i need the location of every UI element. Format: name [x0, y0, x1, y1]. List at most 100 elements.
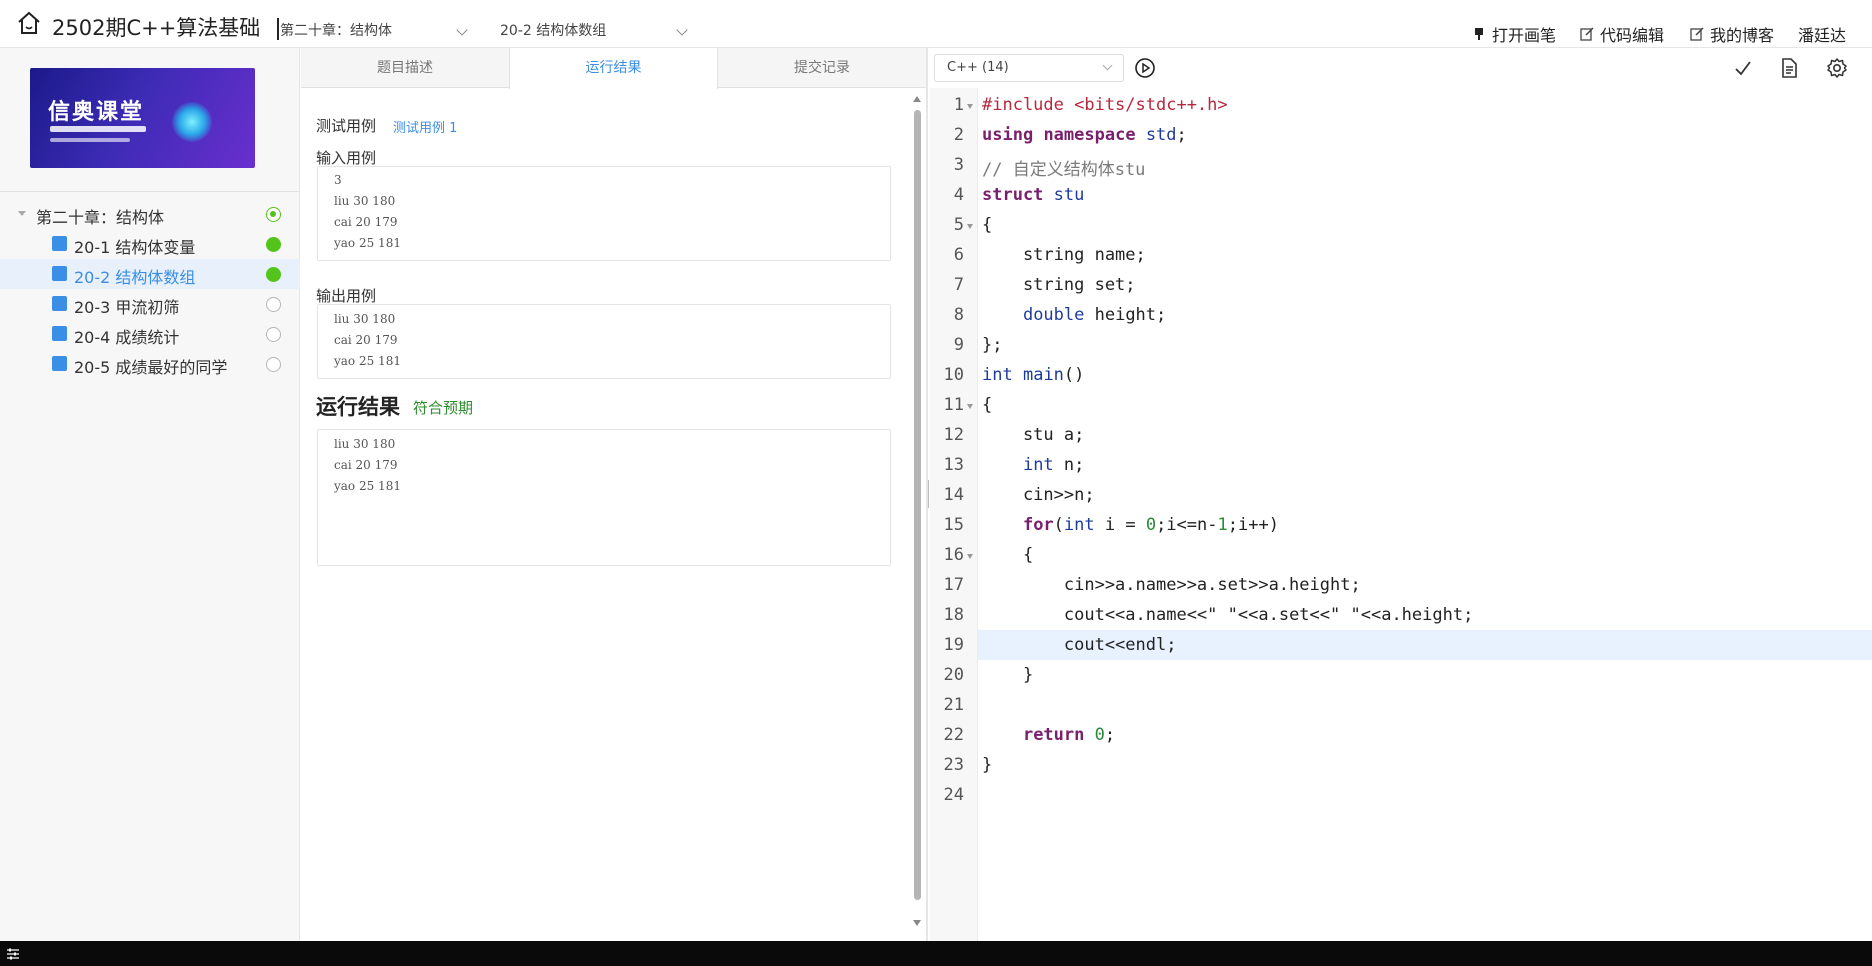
line-number: 19 — [943, 635, 964, 655]
code-line-8[interactable]: double height; — [982, 305, 1166, 325]
code-line-13[interactable]: int n; — [982, 455, 1084, 475]
code-line-17[interactable]: cin>>a.name>>a.set>>a.height; — [982, 575, 1361, 595]
document-icon[interactable] — [1778, 57, 1800, 79]
run-output-box[interactable]: liu 30 180 cai 20 179 yao 25 181 — [317, 429, 891, 566]
scrollbar-thumb[interactable] — [914, 110, 921, 900]
line-number: 20 — [943, 665, 964, 685]
fold-arrow-icon[interactable] — [967, 404, 973, 409]
code-line-6[interactable]: string name; — [982, 245, 1146, 265]
line-number: 24 — [943, 785, 964, 805]
fold-arrow-icon[interactable] — [967, 554, 973, 559]
tab-problem-description[interactable]: 题目描述 — [301, 48, 509, 88]
code-line-18[interactable]: cout<<a.name<<" "<<a.set<<" "<<a.height; — [982, 605, 1473, 625]
scroll-down-icon[interactable] — [913, 920, 921, 926]
code-line-3[interactable]: // 自定义结构体stu — [982, 155, 1145, 180]
code-line-5[interactable]: { — [982, 215, 992, 235]
line-number: 14 — [943, 485, 964, 505]
chapter-node[interactable]: 第二十章：结构体 — [0, 199, 300, 229]
run-result-panel: 测试用例 测试用例 1 输入用例 3 liu 30 180 cai 20 179… — [301, 89, 926, 941]
sidebar-item-20-4[interactable]: 20-4 成绩统计 — [0, 319, 300, 349]
sidebar-item-20-1[interactable]: 20-1 结构体变量 — [0, 229, 300, 259]
fold-arrow-icon[interactable] — [967, 224, 973, 229]
run-line: liu 30 180 — [334, 437, 396, 451]
code-line-11[interactable]: { — [982, 395, 992, 415]
code-line-19[interactable]: cout<<endl; — [982, 635, 1177, 655]
code-edit-button[interactable]: 代码编辑 — [1580, 22, 1664, 46]
code-file-icon — [52, 326, 67, 341]
code-file-icon — [52, 356, 67, 371]
test-case-link[interactable]: 测试用例 1 — [393, 117, 457, 136]
code-file-icon — [52, 266, 67, 281]
line-number: 1 — [953, 95, 964, 115]
input-line: liu 30 180 — [334, 194, 396, 208]
run-icon[interactable] — [1134, 57, 1156, 79]
text-cursor — [277, 18, 279, 40]
line-number: 18 — [943, 605, 964, 625]
sidebar-item-20-5[interactable]: 20-5 成绩最好的同学 — [0, 349, 300, 379]
sidebar-item-20-2[interactable]: 20-2 结构体数组 — [0, 259, 300, 289]
edit-icon — [1690, 27, 1704, 41]
code-line-7[interactable]: string set; — [982, 275, 1136, 295]
tab-bar: 题目描述 运行结果 提交记录 — [301, 48, 926, 89]
result-scrollbar[interactable] — [912, 96, 922, 926]
settings-sliders-icon[interactable] — [6, 948, 20, 960]
open-pen-button[interactable]: 打开画笔 — [1472, 22, 1556, 46]
my-blog-button[interactable]: 我的博客 — [1690, 22, 1774, 46]
user-name[interactable]: 潘廷达 — [1798, 22, 1846, 46]
top-bar: 2502期C++算法基础 第二十章：结构体 20-2 结构体数组 打开画笔 代码… — [0, 0, 1872, 48]
chevron-down-icon[interactable] — [456, 24, 468, 36]
status-badge: 符合预期 — [413, 399, 474, 417]
output-box[interactable]: liu 30 180 cai 20 179 yao 25 181 — [317, 304, 891, 379]
code-edit-label: 代码编辑 — [1600, 26, 1665, 45]
check-circle-icon — [266, 237, 281, 252]
code-line-23[interactable]: } — [982, 755, 992, 775]
in-progress-icon — [266, 207, 281, 222]
chapter-select[interactable]: 第二十章：结构体 — [280, 20, 392, 40]
input-box[interactable]: 3 liu 30 180 cai 20 179 yao 25 181 — [317, 166, 891, 261]
code-line-10[interactable]: int main() — [982, 365, 1084, 385]
tab-run-result[interactable]: 运行结果 — [509, 48, 718, 89]
course-banner[interactable]: 信奥课堂 — [30, 68, 255, 168]
lesson-label: 20-2 结构体数组 — [74, 268, 196, 287]
scroll-up-icon[interactable] — [913, 96, 921, 102]
code-line-4[interactable]: struct stu — [982, 185, 1084, 205]
code-line-21[interactable] — [982, 695, 992, 715]
input-label: 输入用例 — [316, 149, 377, 167]
code-line-1[interactable]: #include <bits/stdc++.h> — [982, 95, 1228, 115]
line-number: 15 — [943, 515, 964, 535]
output-line: yao 25 181 — [334, 354, 401, 368]
code-line-12[interactable]: stu a; — [982, 425, 1084, 445]
code-line-2[interactable]: using namespace std; — [982, 125, 1187, 145]
home-icon[interactable] — [16, 11, 42, 35]
chevron-down-icon[interactable] — [676, 24, 688, 36]
tab-submission-records[interactable]: 提交记录 — [718, 48, 926, 88]
line-number: 9 — [953, 335, 964, 355]
code-line-9[interactable]: }; — [982, 335, 1002, 355]
gear-icon[interactable] — [1826, 57, 1848, 79]
code-line-16[interactable]: { — [982, 545, 1033, 565]
code-file-icon — [52, 296, 67, 311]
lesson-label: 20-4 成绩统计 — [74, 328, 180, 347]
check-circle-icon — [266, 267, 281, 282]
language-select[interactable]: C++ (14) — [934, 54, 1124, 82]
code-line-22[interactable]: return 0; — [982, 725, 1115, 745]
output-line: cai 20 179 — [334, 333, 398, 347]
caret-down-icon[interactable] — [18, 211, 26, 216]
check-icon[interactable] — [1732, 57, 1754, 79]
input-line: cai 20 179 — [334, 215, 398, 229]
banner-decor — [50, 126, 146, 132]
lesson-select[interactable]: 20-2 结构体数组 — [500, 20, 606, 40]
run-line: cai 20 179 — [334, 458, 398, 472]
line-number: 17 — [943, 575, 964, 595]
code-line-20[interactable]: } — [982, 665, 1033, 685]
code-line-14[interactable]: cin>>n; — [982, 485, 1095, 505]
sidebar: 信奥课堂 第二十章：结构体 20-1 结构体变量 20-2 结构体数组 20-3… — [0, 48, 300, 941]
course-title: 2502期C++算法基础 — [52, 16, 261, 40]
code-line-15[interactable]: for(int i = 0;i<=n-1;i++) — [982, 515, 1279, 535]
my-blog-label: 我的博客 — [1710, 26, 1775, 45]
sidebar-item-20-3[interactable]: 20-3 甲流初筛 — [0, 289, 300, 319]
pen-icon — [1475, 28, 1483, 40]
run-result-title: 运行结果 — [316, 395, 400, 419]
divider — [0, 191, 300, 192]
fold-arrow-icon[interactable] — [967, 104, 973, 109]
